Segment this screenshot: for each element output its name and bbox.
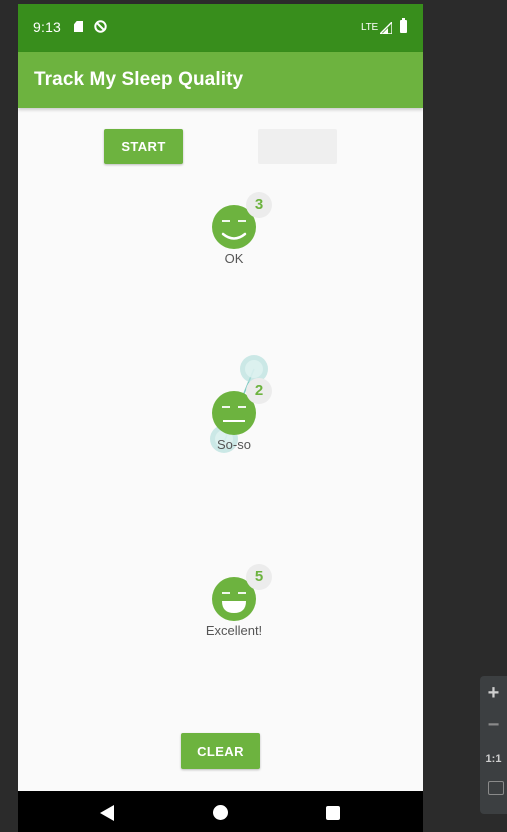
do-not-disturb-icon (94, 20, 107, 33)
quality-label: So-so (217, 437, 251, 452)
phone-screen: 9:13 LTE Track My Sleep Quality START 3 … (18, 4, 423, 832)
navigation-bar (18, 791, 423, 832)
signal-icon (380, 22, 392, 34)
battery-icon (400, 18, 407, 33)
back-icon[interactable] (100, 805, 114, 821)
emulator-window: 9:13 LTE Track My Sleep Quality START 3 … (0, 0, 507, 832)
start-button[interactable]: START (104, 129, 183, 164)
emulator-zoom-panel: + − 1:1 (480, 676, 507, 814)
app-title: Track My Sleep Quality (34, 69, 244, 90)
quality-badge: 5 (246, 564, 272, 590)
quality-badge: 3 (246, 192, 272, 218)
stop-button[interactable] (258, 129, 337, 164)
zoom-out-button[interactable]: − (480, 714, 507, 737)
status-time: 9:13 (33, 19, 62, 35)
fit-screen-icon[interactable] (488, 781, 504, 795)
night-item[interactable]: 3 OK (174, 192, 294, 285)
app-bar: Track My Sleep Quality (18, 52, 423, 108)
sd-card-icon (74, 21, 83, 32)
quality-badge: 2 (246, 378, 272, 404)
night-item[interactable]: 5 Excellent! (174, 564, 294, 657)
clear-button[interactable]: CLEAR (181, 733, 260, 769)
recents-icon[interactable] (326, 806, 340, 820)
actual-size-button[interactable]: 1:1 (480, 753, 507, 765)
network-type: LTE (361, 22, 378, 33)
home-icon[interactable] (213, 805, 228, 820)
quality-label: Excellent! (205, 623, 263, 638)
night-item[interactable]: 2 So-so (174, 355, 294, 471)
status-bar: 9:13 LTE (18, 4, 423, 52)
zoom-in-button[interactable]: + (480, 682, 507, 705)
quality-label: OK (224, 251, 244, 266)
